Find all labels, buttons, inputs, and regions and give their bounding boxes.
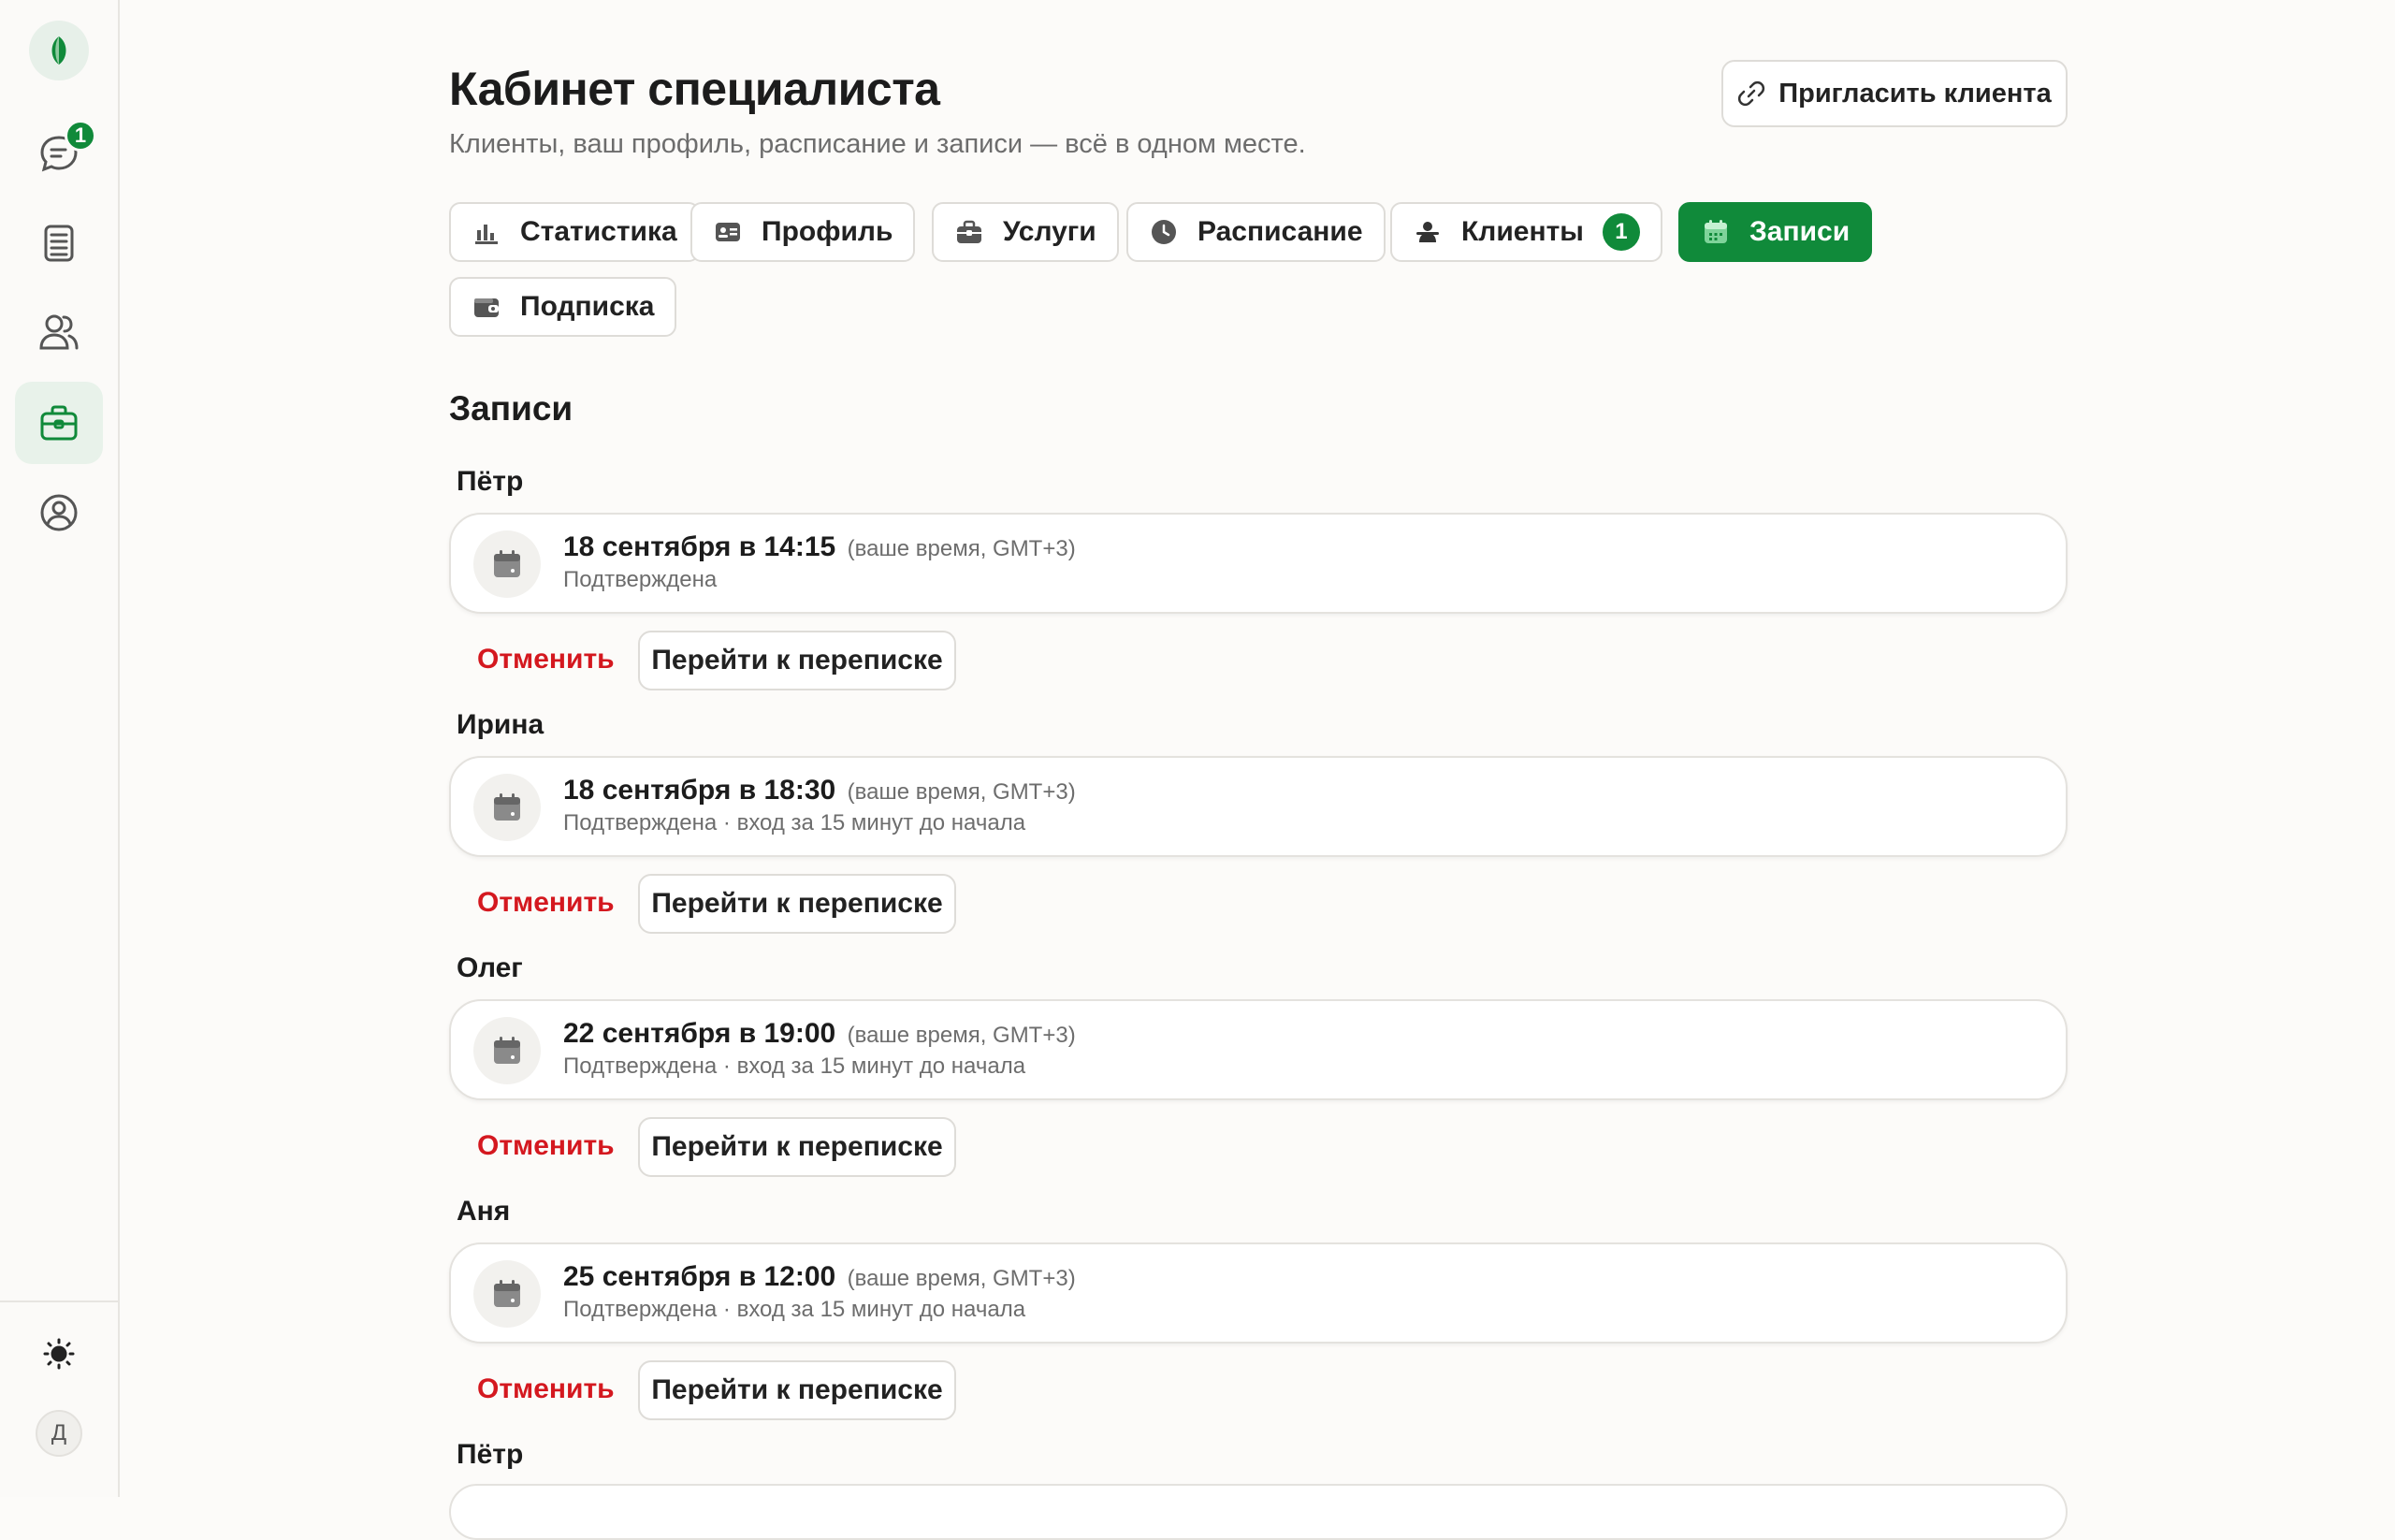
tab-profile[interactable]: Профиль <box>690 202 916 262</box>
booking-status: Подтверждена · вход за 15 минут до начал… <box>563 810 1026 835</box>
tab-statistics[interactable]: Статистика <box>449 202 700 262</box>
booking-card[interactable]: 18 сентября в 18:30 (ваше время, GMT+3) … <box>449 756 2068 857</box>
clock-icon <box>1149 217 1179 247</box>
tab-label: Подписка <box>520 291 655 322</box>
calendar-icon <box>473 530 541 598</box>
tab-label: Клиенты <box>1461 216 1584 247</box>
nav-notes[interactable] <box>15 202 103 284</box>
open-chat-button[interactable]: Перейти к переписке <box>638 1360 956 1420</box>
user-circle-icon <box>40 494 78 531</box>
wallet-icon <box>472 292 501 322</box>
tab-label: Записи <box>1749 216 1851 247</box>
booking-datetime: 18 сентября в 18:30 <box>563 775 836 806</box>
tab-label: Статистика <box>520 216 677 247</box>
sun-icon <box>43 1338 75 1370</box>
tab-services[interactable]: Услуги <box>932 202 1119 262</box>
calendar-icon <box>473 1260 541 1328</box>
users-icon <box>39 314 79 350</box>
briefcase-icon <box>954 217 984 247</box>
nav-clients[interactable] <box>15 291 103 373</box>
booking-datetime: 18 сентября в 14:15 <box>563 531 836 562</box>
tab-label: Расписание <box>1198 216 1363 247</box>
client-name: Аня <box>457 1196 511 1227</box>
cancel-button[interactable]: Отменить <box>477 887 615 919</box>
cancel-button[interactable]: Отменить <box>477 644 615 676</box>
page-subtitle: Клиенты, ваш профиль, расписание и запис… <box>449 129 1306 159</box>
booking-card[interactable]: 22 сентября в 19:00 (ваше время, GMT+3) … <box>449 999 2068 1100</box>
page-title: Кабинет специалиста <box>449 63 940 115</box>
link-icon <box>1738 80 1765 107</box>
calendar-icon <box>473 774 541 841</box>
sidebar: 1 Д <box>0 0 120 1497</box>
sidebar-divider <box>0 1300 118 1302</box>
client-name: Пётр <box>457 1439 524 1470</box>
calendar-icon <box>1701 217 1731 247</box>
tab-label: Услуги <box>1003 216 1096 247</box>
cancel-button[interactable]: Отменить <box>477 1130 615 1162</box>
open-chat-button[interactable]: Перейти к переписке <box>638 631 956 690</box>
briefcase-icon <box>40 405 78 441</box>
client-name: Ирина <box>457 709 544 740</box>
tab-label: Профиль <box>762 216 893 247</box>
cancel-button[interactable]: Отменить <box>477 1373 615 1405</box>
nav-specialist-cabinet[interactable] <box>15 382 103 464</box>
booking-card[interactable]: 25 сентября в 12:00 (ваше время, GMT+3) … <box>449 1242 2068 1344</box>
booking-datetime: 25 сентября в 12:00 <box>563 1261 836 1292</box>
user-avatar[interactable]: Д <box>36 1410 82 1457</box>
theme-toggle[interactable] <box>36 1330 82 1377</box>
open-chat-button[interactable]: Перейти к переписке <box>638 874 956 934</box>
tab-subscription[interactable]: Подписка <box>449 277 677 337</box>
notebook-icon <box>44 225 74 262</box>
invite-client-button[interactable]: Пригласить клиента <box>1721 60 2068 127</box>
booking-timezone: (ваше время, GMT+3) <box>847 1266 1076 1291</box>
id-card-icon <box>713 217 743 247</box>
tab-schedule[interactable]: Расписание <box>1126 202 1386 262</box>
client-name: Олег <box>457 952 523 983</box>
section-title: Записи <box>449 389 573 428</box>
client-name: Пётр <box>457 466 524 497</box>
booking-status: Подтверждена · вход за 15 минут до начал… <box>563 1297 1026 1322</box>
booking-timezone: (ваше время, GMT+3) <box>847 779 1076 805</box>
people-icon <box>1413 217 1443 247</box>
booking-card[interactable] <box>449 1484 2068 1540</box>
booking-status: Подтверждена <box>563 567 718 592</box>
app-logo[interactable] <box>29 21 89 80</box>
booking-card[interactable]: 18 сентября в 14:15 (ваше время, GMT+3) … <box>449 513 2068 614</box>
booking-status: Подтверждена · вход за 15 минут до начал… <box>563 1053 1026 1079</box>
calendar-icon <box>473 1017 541 1084</box>
tab-bookings[interactable]: Записи <box>1678 202 1873 262</box>
leaf-logo-icon <box>51 36 66 65</box>
messages-badge: 1 <box>65 120 96 152</box>
booking-datetime: 22 сентября в 19:00 <box>563 1018 836 1049</box>
bar-chart-icon <box>472 217 501 247</box>
clients-count-badge: 1 <box>1602 213 1640 251</box>
tab-clients[interactable]: Клиенты 1 <box>1390 202 1662 262</box>
booking-timezone: (ваше время, GMT+3) <box>847 536 1076 561</box>
booking-timezone: (ваше время, GMT+3) <box>847 1023 1076 1048</box>
nav-profile[interactable] <box>15 472 103 554</box>
invite-client-label: Пригласить клиента <box>1778 78 2052 109</box>
open-chat-button[interactable]: Перейти к переписке <box>638 1117 956 1177</box>
